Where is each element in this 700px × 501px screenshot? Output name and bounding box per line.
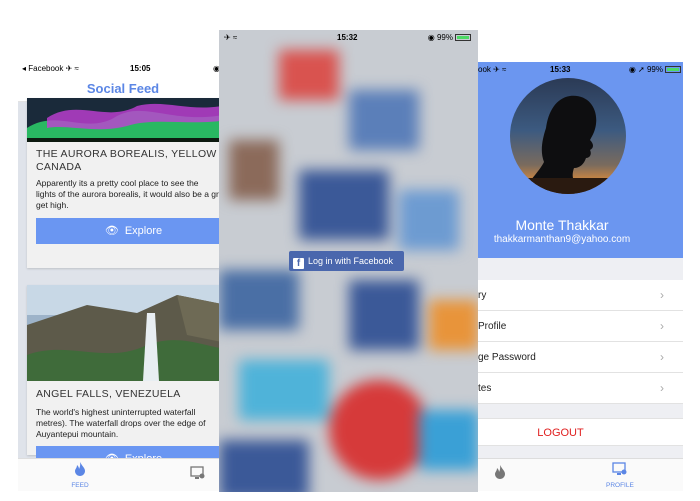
menu-item-label: Profile <box>478 321 507 332</box>
tab-profile-label: PROFILE <box>606 482 634 489</box>
card-desc-line: Apparently its a pretty cool place to se… <box>36 178 199 188</box>
battery-percent: 99% <box>646 65 663 74</box>
flame-icon <box>75 462 85 476</box>
chevron-right-icon: › <box>660 381 664 395</box>
card-desc-line: The world's highest uninterrupted waterf… <box>36 407 196 417</box>
facebook-icon: f <box>293 258 304 269</box>
status-time: 15:33 <box>550 65 571 74</box>
battery-icon <box>455 34 471 41</box>
battery-icon <box>665 66 681 73</box>
status-time: 15:32 <box>337 33 358 42</box>
tab-feed[interactable] <box>494 465 506 484</box>
aurora-image <box>27 98 228 142</box>
profile-name: Monte Thakkar <box>515 217 609 233</box>
profile-menu: ry › Profile › ge Password › tes › <box>478 280 683 404</box>
status-right: ◉ ➚ 99% <box>629 65 681 74</box>
card-desc-line: get high. <box>36 200 69 210</box>
profile-screen: ook ✈ ≈ 15:33 ◉ ➚ 99% Monte Thakkar thak… <box>478 62 683 491</box>
menu-item-notes[interactable]: tes › <box>478 373 683 404</box>
facebook-login-label: Log in with Facebook <box>308 256 394 266</box>
feed-list[interactable]: THE AURORA BOREALIS, YELLOW KI CANADA Ap… <box>18 98 228 472</box>
tab-bar: FEED <box>18 458 228 491</box>
status-bar: ook ✈ ≈ 15:33 ◉ ➚ 99% <box>478 62 683 78</box>
feed-card-angel-falls: ANGEL FALLS, VENEZUELA The world's highe… <box>27 285 228 472</box>
status-carrier: ◂ Facebook ✈ ≈ <box>22 64 79 73</box>
status-left: ✈ ≈ <box>224 33 238 42</box>
card-desc-line: lights of the aurora borealis, it would … <box>36 189 228 199</box>
profile-screen-icon <box>612 462 627 475</box>
card-title: ANGEL FALLS, VENEZUELA <box>36 388 181 400</box>
card-desc-line: Auyantepui mountain. <box>36 429 119 439</box>
menu-item-label: ry <box>478 290 487 301</box>
tab-feed[interactable]: FEED <box>70 462 90 489</box>
social-feed-screen: ◂ Facebook ✈ ≈ 15:05 ◉ Social Feed THE A… <box>18 62 228 491</box>
explore-button[interactable]: 👁 Explore <box>36 218 228 244</box>
profile-email: thakkarmanthan9@yahoo.com <box>493 234 631 245</box>
card-title-line2: CANADA <box>36 161 82 173</box>
chevron-right-icon: › <box>660 350 664 364</box>
card-title: THE AURORA BOREALIS, YELLOW KI <box>36 148 228 160</box>
menu-item-label: tes <box>478 383 492 394</box>
status-bar: ◂ Facebook ✈ ≈ 15:05 ◉ <box>18 62 228 76</box>
facebook-login-button[interactable]: f Log in with Facebook <box>289 251 404 271</box>
flame-icon <box>495 465 505 479</box>
menu-item-edit-profile[interactable]: Profile › <box>478 311 683 342</box>
silhouette-image <box>510 95 626 194</box>
logout-label: LOGOUT <box>537 427 584 439</box>
menu-item-change-password[interactable]: ge Password › <box>478 342 683 373</box>
profile-screen-icon <box>190 466 205 479</box>
status-left: ook ✈ ≈ <box>478 65 507 74</box>
card-desc-line: metres). The waterfall drops over the ed… <box>36 418 206 428</box>
login-screen: ✈ ≈ 15:32 ◉ 99% f Log in with Facebook <box>219 30 478 492</box>
status-time: 15:05 <box>130 64 151 73</box>
feed-card-aurora: THE AURORA BOREALIS, YELLOW KI CANADA Ap… <box>27 98 228 268</box>
screenshot-collage: ◂ Facebook ✈ ≈ 15:05 ◉ Social Feed THE A… <box>0 0 700 501</box>
menu-item-label: ge Password <box>478 352 536 363</box>
logout-button[interactable]: LOGOUT <box>478 418 683 446</box>
status-right: ◉ 99% <box>428 33 471 42</box>
profile-header: ook ✈ ≈ 15:33 ◉ ➚ 99% Monte Thakkar thak… <box>478 62 683 258</box>
tab-profile[interactable]: PROFILE <box>606 462 634 489</box>
waterfall-image <box>27 285 228 381</box>
eye-icon: 👁 <box>104 225 119 237</box>
avatar[interactable] <box>510 78 626 194</box>
tab-bar: PROFILE <box>478 458 683 491</box>
menu-item-history[interactable]: ry › <box>478 280 683 311</box>
explore-label: Explore <box>124 225 163 237</box>
tab-profile[interactable] <box>190 466 206 485</box>
battery-percent: 99% <box>436 33 453 42</box>
status-bar: ✈ ≈ 15:32 ◉ 99% <box>219 30 478 46</box>
chevron-right-icon: › <box>660 319 664 333</box>
tab-feed-label: FEED <box>71 482 89 489</box>
chevron-right-icon: › <box>660 288 664 302</box>
page-title: Social Feed <box>86 81 160 96</box>
